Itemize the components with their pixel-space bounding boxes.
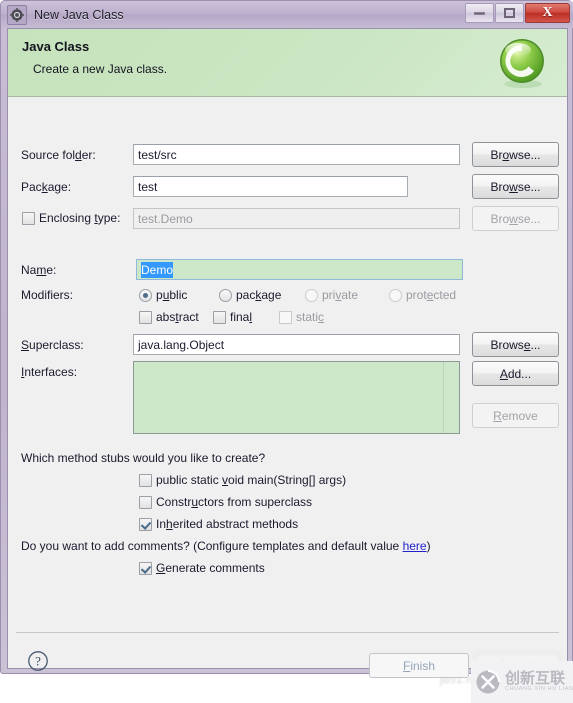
interfaces-remove-button: Remove	[472, 403, 559, 428]
configure-templates-link[interactable]: here	[403, 539, 427, 553]
source-folder-browse-button[interactable]: Br o wse...	[472, 142, 559, 167]
name-input[interactable]: Demo	[136, 259, 463, 280]
watermark-text: 创新互联 CHUANG XIN HU LIAN	[505, 670, 573, 693]
modifier-radio-package[interactable]: package	[219, 288, 281, 302]
source-folder-input[interactable]: test/src	[133, 144, 460, 165]
radio-box	[389, 288, 402, 302]
radio-label: package	[236, 288, 282, 302]
stub-checkbox-inherited-abstract[interactable]: Inherited abstract methods	[139, 517, 298, 531]
watermark-overlay: 创新互联 CHUANG XIN HU LIAN	[471, 661, 573, 703]
checkbox-label: final	[230, 310, 253, 324]
superclass-browse-button[interactable]: Brows e...	[472, 332, 559, 357]
package-browse-button[interactable]: Bro w se...	[472, 174, 559, 199]
banner-subtitle: Create a new Java class.	[33, 62, 168, 76]
stub-checkbox-main-method[interactable]: public static void main(String[] args)	[139, 473, 346, 487]
radio-label: private	[322, 288, 359, 302]
checkbox-box	[139, 310, 152, 324]
superclass-label: Superclass:	[21, 338, 84, 352]
radio-label: protected	[406, 288, 457, 302]
superclass-input[interactable]: java.lang.Object	[133, 334, 460, 355]
source-folder-label: Source folder:	[21, 148, 96, 162]
modifiers-label: Modifiers:	[21, 288, 74, 302]
watermark-pinyin: CHUANG XIN HU LIAN	[505, 685, 573, 692]
checkbox-box	[279, 310, 292, 324]
maximize-button[interactable]	[495, 3, 524, 23]
package-input[interactable]: test	[133, 176, 408, 197]
interfaces-add-button[interactable]: Add...	[472, 361, 559, 386]
checkbox-label: public static void main(String[] args)	[156, 473, 347, 487]
java-class-icon	[496, 36, 550, 90]
checkbox-label: static	[296, 310, 325, 324]
checkbox-box	[139, 561, 152, 575]
checkbox-label: Generate comments	[156, 561, 265, 575]
modifier-checkbox-abstract[interactable]: abstract	[139, 310, 199, 324]
radio-box	[139, 288, 152, 302]
interfaces-label: Interfaces:	[21, 365, 78, 379]
button-bar-separator	[16, 632, 559, 633]
comments-question: Do you want to add comments? (Configure …	[21, 539, 431, 553]
maximize-icon	[504, 8, 515, 18]
close-icon: X	[542, 5, 553, 20]
modifier-radio-private: private	[305, 288, 358, 302]
interfaces-listbox[interactable]	[133, 361, 460, 434]
svg-text:?: ?	[35, 654, 41, 669]
help-icon[interactable]: ?	[27, 650, 49, 672]
checkbox-box	[22, 211, 35, 225]
title-bar[interactable]: New Java Class X	[1, 1, 573, 28]
checkbox-label: Constructors from superclass	[156, 495, 313, 509]
checkbox-box	[139, 517, 152, 531]
caption-buttons: X	[464, 3, 570, 23]
radio-label: public	[156, 288, 188, 302]
radio-box	[305, 288, 318, 302]
method-stubs-question: Which method stubs would you like to cre…	[21, 451, 266, 465]
minimize-icon	[474, 11, 485, 15]
dialog-banner: Java Class Create a new Java class.	[8, 29, 567, 97]
stub-checkbox-constructors[interactable]: Constructors from superclass	[139, 495, 312, 509]
checkbox-label: Inherited abstract methods	[156, 517, 299, 531]
package-label: Package:	[21, 180, 72, 194]
banner-title: Java Class	[22, 39, 90, 54]
name-input-selection: Demo	[141, 262, 174, 278]
modifier-checkbox-static: static	[279, 310, 324, 324]
modifier-radio-public[interactable]: public	[139, 288, 187, 302]
modifier-radio-protected: protected	[389, 288, 456, 302]
checkbox-box	[213, 310, 226, 324]
checkbox-box	[139, 495, 152, 509]
form-area: Source folder: test/src Br o wse... Packag…	[8, 98, 567, 628]
gear-icon	[7, 4, 27, 25]
dialog-window: New Java Class X Java Class Create a new…	[0, 0, 573, 703]
circled-x-logo	[475, 669, 501, 695]
radio-box	[219, 288, 232, 302]
enclosing-type-input: test.Demo	[133, 208, 460, 229]
interfaces-scrollbar[interactable]	[443, 362, 459, 433]
checkbox-box	[139, 473, 152, 487]
window-title: New Java Class	[34, 7, 124, 22]
close-button[interactable]: X	[525, 3, 570, 23]
enclosing-type-browse-button: Bro w se...	[472, 206, 559, 231]
minimize-button[interactable]	[465, 3, 494, 23]
enclosing-type-label: Enclosing type:	[39, 211, 121, 225]
checkbox-label: abstract	[156, 310, 199, 324]
modifier-checkbox-final[interactable]: final	[213, 310, 252, 324]
enclosing-type-checkbox[interactable]: Enclosing type:	[22, 211, 120, 225]
dialog-client: Java Class Create a new Java class. Sour…	[7, 28, 573, 703]
name-label: Name:	[21, 263, 57, 277]
generate-comments-checkbox[interactable]: Generate comments	[139, 561, 265, 575]
finish-button: Finish	[369, 653, 469, 678]
